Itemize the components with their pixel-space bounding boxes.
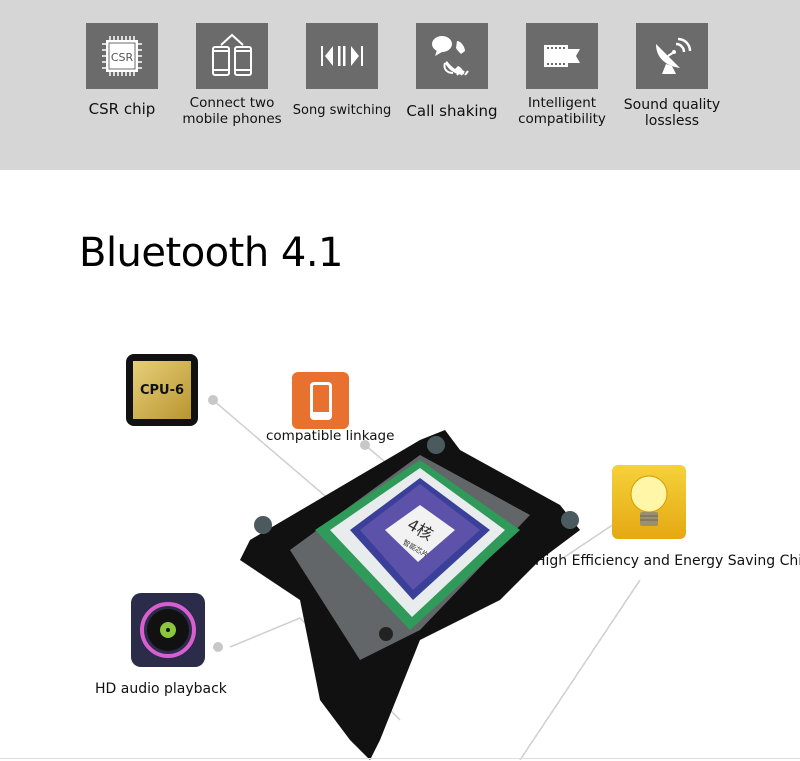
page-title: Bluetooth 4.1 [79,230,344,276]
cpu-badge-text: CPU-6 [133,361,191,419]
phone-call-icon [416,23,488,89]
phone-icon [292,372,349,429]
feature-intelligent-compatibility: Intelligent compatibility [507,23,617,127]
feature-song-switching: Song switching [287,23,397,119]
feature-call-shaking: Call shaking [397,23,507,119]
chip-icon-text: CSR [111,51,134,64]
music-disc-icon [131,593,205,667]
chip-icon: CSR [86,23,158,89]
divider [0,758,800,759]
lightbulb-icon [612,465,686,539]
feature-sound-quality: Sound quality lossless [617,23,727,129]
feature-label: Call shaking [406,102,498,120]
two-phones-icon [196,23,268,89]
callout-high-efficiency: High Efficiency and Energy Saving Chip [535,553,800,569]
cpu-badge: CPU-6 [126,354,198,426]
feature-label: Sound quality lossless [623,97,721,129]
feature-two-phones: Connect two mobile phones [177,23,287,127]
feature-label: Song switching [292,103,392,118]
feature-csr-chip: CSR CSR chip [67,23,177,117]
feature-label: CSR chip [88,100,156,118]
feature-label: Connect two mobile phones [182,95,282,127]
callout-compatible-linkage: compatible linkage [266,428,395,444]
satellite-dish-icon [636,23,708,89]
callout-hd-audio: HD audio playback [95,681,227,697]
feature-label: Intelligent compatibility [518,95,606,127]
song-switch-icon [306,23,378,89]
film-flag-icon [526,23,598,89]
